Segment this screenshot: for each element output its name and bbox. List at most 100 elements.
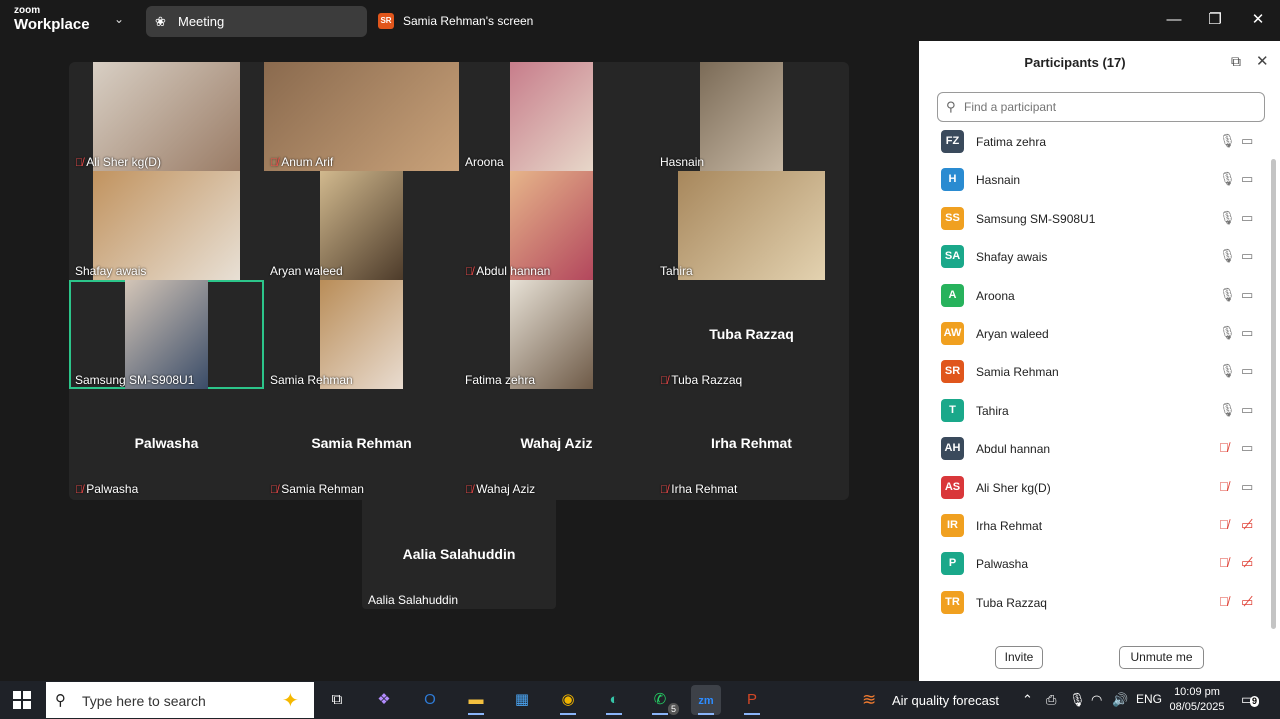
participant-tile[interactable]: Palwasha 🎙̸ Palwasha <box>69 389 264 498</box>
microphone-icon[interactable]: 🎙 <box>1069 692 1086 708</box>
mic-muted-icon: 🎙̸ <box>465 484 474 496</box>
camera-icon[interactable]: ▭ <box>1241 363 1253 379</box>
camera-off-icon[interactable]: ▭̸ <box>1241 517 1253 533</box>
unmute-me-button[interactable]: Unmute me <box>1119 646 1204 669</box>
meet-now-icon[interactable]: ⎙ <box>1046 692 1056 708</box>
share-avatar-badge: SR <box>378 13 394 29</box>
scrollbar-thumb[interactable] <box>1271 159 1276 629</box>
participant-search[interactable]: ⚲ <box>937 92 1265 122</box>
copilot-glyph: ❖ <box>377 691 391 708</box>
participant-row[interactable]: P Palwasha 🎙̸ ▭̸ <box>919 545 1269 583</box>
outlook-icon[interactable]: O <box>415 685 445 715</box>
mic-muted-icon[interactable]: 🎙̸ <box>1219 440 1229 455</box>
participant-row[interactable]: TR Tuba Razzaq 🎙̸ ▭̸ <box>919 584 1269 622</box>
mic-icon[interactable]: 🎙 <box>1219 133 1236 149</box>
close-icon[interactable]: ✕ <box>1256 52 1269 70</box>
camera-icon[interactable]: ▭ <box>1241 133 1253 149</box>
participant-row[interactable]: SS Samsung SM-S908U1 🎙 ▭ <box>919 200 1269 238</box>
mic-muted-icon[interactable]: 🎙̸ <box>1219 555 1229 570</box>
task-view-icon[interactable]: ⧉ <box>322 685 352 715</box>
participant-tile[interactable]: Aroona <box>459 62 654 171</box>
invite-button[interactable]: Invite <box>995 646 1043 669</box>
participant-name: Hasnain <box>976 173 1021 188</box>
mic-icon[interactable]: 🎙 <box>1219 402 1236 418</box>
store-icon[interactable]: ▦ <box>507 685 537 715</box>
participant-name: Ali Sher kg(D) <box>86 155 161 169</box>
search-icon: ⚲ <box>946 99 956 114</box>
participant-row[interactable]: SR Samia Rehman 🎙 ▭ <box>919 353 1269 391</box>
mic-muted-icon[interactable]: 🎙̸ <box>1219 594 1229 609</box>
camera-icon[interactable]: ▭ <box>1241 440 1253 456</box>
maximize-button[interactable]: ❐ <box>1204 9 1226 31</box>
language-indicator[interactable]: ENG <box>1136 692 1162 706</box>
mic-icon[interactable]: 🎙 <box>1219 325 1236 341</box>
participant-row[interactable]: AW Aryan waleed 🎙 ▭ <box>919 315 1269 353</box>
participant-tile[interactable]: Tuba Razzaq 🎙̸ Tuba Razzaq <box>654 280 849 389</box>
windows-start-icon[interactable] <box>13 691 31 709</box>
camera-icon[interactable]: ▭ <box>1241 171 1253 187</box>
mic-icon[interactable]: 🎙 <box>1219 210 1236 226</box>
participant-row[interactable]: FZ Fatima zehra 🎙 ▭ <box>919 123 1269 161</box>
camera-off-icon[interactable]: ▭̸ <box>1241 555 1253 571</box>
participant-row[interactable]: SA Shafay awais 🎙 ▭ <box>919 238 1269 276</box>
edge-icon[interactable]: ◐ <box>599 685 629 715</box>
mic-icon[interactable]: 🎙 <box>1219 171 1236 187</box>
participant-tile[interactable]: Wahaj Aziz 🎙̸ Wahaj Aziz <box>459 389 654 498</box>
file-explorer-glyph: ▬ <box>468 691 484 708</box>
participant-tile[interactable]: 🎙̸ Anum Arif <box>264 62 459 171</box>
chevron-up-icon[interactable]: ⌃ <box>1022 692 1033 708</box>
participant-tile[interactable]: Irha Rehmat 🎙̸ Irha Rehmat <box>654 389 849 498</box>
participant-row[interactable]: A Aroona 🎙 ▭ <box>919 277 1269 315</box>
participant-row[interactable]: AS Ali Sher kg(D) 🎙̸ ▭ <box>919 469 1269 507</box>
minimize-button[interactable]: — <box>1163 9 1185 31</box>
participant-row[interactable]: T Tahira 🎙 ▭ <box>919 392 1269 430</box>
participant-tile[interactable]: Fatima zehra <box>459 280 654 389</box>
mic-icon[interactable]: 🎙 <box>1219 248 1236 264</box>
participant-tile[interactable]: 🎙̸ Ali Sher kg(D) <box>69 62 264 171</box>
taskbar-search[interactable]: ⚲ Type here to search ✦ <box>46 682 314 718</box>
mic-muted-icon[interactable]: 🎙̸ <box>1219 517 1229 532</box>
close-button[interactable]: ✕ <box>1247 9 1269 31</box>
camera-icon[interactable]: ▭ <box>1241 325 1253 341</box>
camera-icon[interactable]: ▭ <box>1241 287 1253 303</box>
notification-icon[interactable]: ▭ 9 <box>1241 691 1260 708</box>
chrome-icon[interactable]: ◉ <box>553 685 583 715</box>
participant-row[interactable]: AH Abdul hannan 🎙̸ ▭ <box>919 430 1269 468</box>
chevron-down-icon[interactable]: ⌄ <box>114 12 124 26</box>
participant-tile[interactable]: Aalia Salahuddin Aalia Salahuddin <box>362 500 556 609</box>
search-input[interactable] <box>964 98 1254 116</box>
participant-tile[interactable]: Aryan waleed <box>264 171 459 280</box>
camera-icon[interactable]: ▭ <box>1241 402 1253 418</box>
wifi-icon[interactable]: ◠ <box>1091 692 1102 708</box>
clock[interactable]: 10:09 pm 08/05/2025 <box>1166 685 1228 715</box>
participant-tile[interactable]: Samia Rehman 🎙̸ Samia Rehman <box>264 389 459 498</box>
camera-off-icon[interactable]: ▭̸ <box>1241 594 1253 610</box>
copilot-icon[interactable]: ❖ <box>369 685 399 715</box>
scrollbar[interactable] <box>1269 123 1277 629</box>
mic-muted-icon[interactable]: 🎙̸ <box>1219 479 1229 494</box>
zoom-icon[interactable]: zm <box>691 685 721 715</box>
zoom-workplace-logo[interactable]: zoom Workplace <box>14 6 90 33</box>
pop-out-icon[interactable]: ⧉ <box>1231 53 1241 70</box>
whatsapp-glyph: ✆ <box>653 691 667 708</box>
volume-icon[interactable]: 🔊 <box>1112 692 1128 708</box>
search-icon: ⚲ <box>55 692 66 709</box>
file-explorer-icon[interactable]: ▬ <box>461 685 491 715</box>
camera-icon[interactable]: ▭ <box>1241 248 1253 264</box>
mic-icon[interactable]: 🎙 <box>1219 287 1236 303</box>
participant-tile[interactable]: Tahira <box>654 171 849 280</box>
participant-tile[interactable]: 🎙̸ Abdul hannan <box>459 171 654 280</box>
camera-icon[interactable]: ▭ <box>1241 210 1253 226</box>
mic-muted-icon: 🎙̸ <box>660 375 669 387</box>
powerpoint-icon[interactable]: P <box>737 685 767 715</box>
participant-row[interactable]: IR Irha Rehmat 🎙̸ ▭̸ <box>919 507 1269 545</box>
whatsapp-icon[interactable]: ✆ 5 <box>645 685 679 715</box>
participant-tile[interactable]: Samia Rehman <box>264 280 459 389</box>
participant-tile[interactable]: Hasnain <box>654 62 849 171</box>
participant-tile[interactable]: Samsung SM-S908U1 <box>69 280 264 389</box>
participant-row[interactable]: H Hasnain 🎙 ▭ <box>919 161 1269 199</box>
mic-icon[interactable]: 🎙 <box>1219 363 1236 379</box>
participant-tile[interactable]: Shafay awais <box>69 171 264 280</box>
camera-icon[interactable]: ▭ <box>1241 479 1253 495</box>
tab-meeting[interactable]: ❀ Meeting <box>146 6 367 37</box>
